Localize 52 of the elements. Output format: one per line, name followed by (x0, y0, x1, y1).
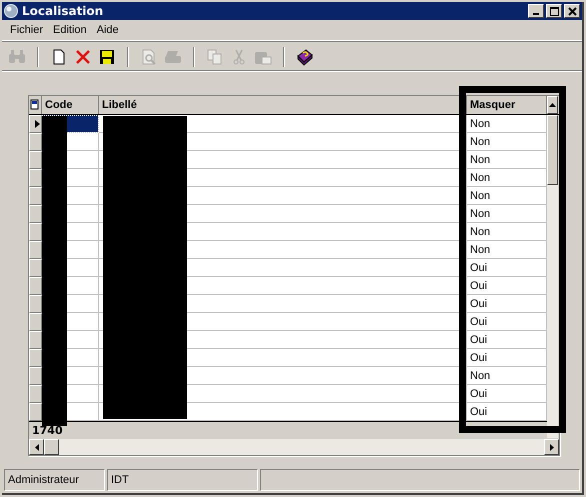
status-panel: Administrateur (4, 469, 105, 491)
menu-item[interactable]: Edition (48, 24, 92, 36)
table-cell: Oui (467, 403, 547, 421)
menu-item[interactable]: Fichier (5, 24, 48, 36)
minimize-button[interactable] (528, 4, 544, 18)
table-cell: Oui (467, 295, 547, 313)
table-cell: Non (467, 367, 547, 385)
left-arrow-icon (34, 444, 38, 450)
table-cell: Non (467, 169, 547, 187)
record-count: 1740 (31, 424, 63, 436)
scroll-left-button[interactable] (29, 439, 44, 455)
close-button[interactable] (564, 4, 580, 18)
maximize-icon (550, 6, 558, 16)
close-icon (568, 6, 576, 16)
table-cell: Non (467, 151, 547, 169)
binoculars-icon (8, 49, 26, 65)
scroll-thumb[interactable] (547, 115, 558, 185)
globe-icon (4, 4, 18, 18)
paste-icon (254, 49, 272, 65)
table-cell: Oui (467, 313, 547, 331)
menu-item[interactable]: Aide (92, 24, 124, 36)
copy-icon (207, 49, 223, 65)
horizontal-scrollbar[interactable] (29, 438, 559, 455)
scroll-up-button[interactable] (547, 96, 558, 114)
right-arrow-icon (550, 444, 554, 450)
status-panel: IDT (107, 469, 258, 491)
document-icon (52, 49, 66, 65)
table-cell: Oui (467, 331, 547, 349)
print-preview-icon (141, 49, 157, 65)
printer-icon (164, 49, 182, 65)
vertical-scrollbar[interactable] (547, 115, 558, 438)
table-cell: Oui (467, 277, 547, 295)
help-book-icon (296, 48, 314, 66)
window-title: Localisation (22, 4, 104, 18)
table-cell: Non (467, 133, 547, 151)
up-arrow-icon (549, 103, 556, 107)
table-cell: Non (467, 187, 547, 205)
table-cell: Oui (467, 385, 547, 403)
scissors-icon (233, 49, 245, 65)
column-header[interactable]: Code (42, 96, 99, 114)
maximize-button[interactable] (546, 4, 562, 18)
table-cell: Non (467, 205, 547, 223)
table-cell: Non (467, 115, 547, 133)
cross-icon (75, 49, 91, 65)
row-indicator[interactable] (29, 115, 42, 133)
table-cell: Non (467, 223, 547, 241)
grid-corner-icon[interactable] (29, 96, 42, 114)
table-cell: Oui (467, 259, 547, 277)
scroll-right-button[interactable] (544, 439, 559, 455)
table-cell: Non (467, 241, 547, 259)
table-cell: Oui (467, 349, 547, 367)
scroll-thumb[interactable] (44, 439, 59, 455)
